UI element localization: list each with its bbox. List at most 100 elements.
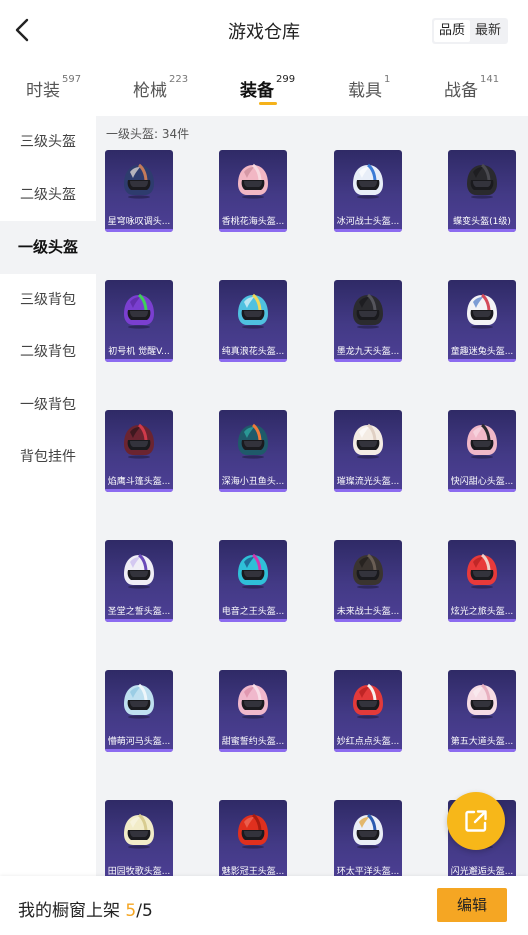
helmet-icon xyxy=(353,163,383,199)
sort-option-latest[interactable]: 最新 xyxy=(470,20,506,42)
shelf-total-count: /5 xyxy=(136,901,153,921)
helmet-item-name: 炫光之旅头盔... xyxy=(450,607,514,617)
sidebar-item-backpack-charm[interactable]: 背包挂件 xyxy=(0,431,96,484)
tab-count: 223 xyxy=(169,74,189,85)
tab-label: 载具 xyxy=(348,81,382,101)
helmet-item-name: 魅影冠王头盔... xyxy=(221,867,285,876)
sidebar-item-level1-backpack[interactable]: 一级背包 xyxy=(0,379,96,432)
helmet-item-name: 圣堂之誓头盔... xyxy=(107,607,171,617)
helmet-item-name: 甜蜜誓约头盔... xyxy=(221,737,285,747)
tab-label: 时装 xyxy=(26,81,60,101)
helmet-item-card[interactable]: 香桃花海头盔... xyxy=(219,150,287,232)
helmet-icon xyxy=(238,163,268,199)
helmet-icon xyxy=(353,683,383,719)
helmet-item-name: 第五大道头盔... xyxy=(450,737,514,747)
sort-toggle: 品质 最新 xyxy=(431,18,508,44)
sort-option-quality[interactable]: 品质 xyxy=(433,20,470,42)
helmet-item-card[interactable]: 蝶变头盔(1级) xyxy=(448,150,516,232)
helmet-icon xyxy=(238,813,268,849)
helmet-item-card[interactable]: 焰鹰斗篷头盔... xyxy=(105,410,173,492)
item-grid-area[interactable]: 一级头盔: 34件 星穹咏叹调头... 香桃花海头盔... 冰河战士头盔... 蝶变头… xyxy=(96,116,528,876)
tab-label: 枪械 xyxy=(133,81,167,101)
helmet-icon xyxy=(353,813,383,849)
helmet-item-card[interactable]: 甜蜜誓约头盔... xyxy=(219,670,287,752)
helmet-icon xyxy=(124,423,154,459)
helmet-item-name: 初号机 觉醒V... xyxy=(108,347,170,357)
helmet-item-name: 璀璨流光头盔... xyxy=(336,477,400,487)
helmet-icon xyxy=(238,293,268,329)
category-tabs: 时装597 枪械223 装备299 载具1 战备141 xyxy=(0,62,528,118)
helmet-icon xyxy=(467,293,497,329)
helmet-item-card[interactable]: 电音之王头盔... xyxy=(219,540,287,622)
helmet-item-name: 闪光邂逅头盔... xyxy=(450,867,514,876)
helmet-item-card[interactable]: 炫光之旅头盔... xyxy=(448,540,516,622)
helmet-item-card[interactable]: 魅影冠王头盔... xyxy=(219,800,287,876)
helmet-item-name: 田园牧歌头盔... xyxy=(107,867,171,876)
helmet-item-card[interactable]: 快闪甜心头盔... xyxy=(448,410,516,492)
helmet-item-name: 童趣迷兔头盔... xyxy=(450,347,514,357)
section-label: 一级头盔: 34件 xyxy=(106,127,190,141)
shelf-label: 我的橱窗上架 xyxy=(18,901,120,921)
helmet-item-card[interactable]: 深海小丑鱼头... xyxy=(219,410,287,492)
edit-button[interactable]: 编辑 xyxy=(437,888,507,922)
sidebar-item-level2-backpack[interactable]: 二级背包 xyxy=(0,326,96,379)
header-bar: 游戏仓库 品质 最新 xyxy=(0,0,528,62)
helmet-icon xyxy=(353,293,383,329)
tab-vehicles[interactable]: 载具1 xyxy=(348,74,391,101)
helmet-icon xyxy=(124,553,154,589)
tab-supplies[interactable]: 战备141 xyxy=(444,74,500,101)
helmet-item-card[interactable]: 冰河战士头盔... xyxy=(334,150,402,232)
tab-count: 141 xyxy=(480,74,500,85)
helmet-icon xyxy=(238,423,268,459)
helmet-item-card[interactable]: 纯真浪花头盔... xyxy=(219,280,287,362)
sidebar-item-level1-helmet[interactable]: 一级头盔 xyxy=(0,221,96,274)
tab-label: 装备 xyxy=(240,81,274,101)
helmet-item-name: 焰鹰斗篷头盔... xyxy=(107,477,171,487)
share-button[interactable] xyxy=(447,792,505,850)
sidebar-item-level3-backpack[interactable]: 三级背包 xyxy=(0,274,96,327)
helmet-item-name: 未来战士头盔... xyxy=(336,607,400,617)
helmet-icon xyxy=(238,553,268,589)
helmet-item-card[interactable]: 初号机 觉醒V... xyxy=(105,280,173,362)
helmet-icon xyxy=(467,163,497,199)
helmet-item-name: 快闪甜心头盔... xyxy=(450,477,514,487)
shelf-current-count: 5 xyxy=(125,901,137,921)
sidebar-item-level3-helmet[interactable]: 三级头盔 xyxy=(0,116,96,169)
helmet-icon xyxy=(124,163,154,199)
helmet-item-card[interactable]: 环太平洋头盔... xyxy=(334,800,402,876)
helmet-icon xyxy=(353,423,383,459)
helmet-item-name: 冰河战士头盔... xyxy=(336,217,400,227)
helmet-item-card[interactable]: 星穹咏叹调头... xyxy=(105,150,173,232)
helmet-item-name: 墨龙九天头盔... xyxy=(336,347,400,357)
helmet-item-name: 妙红点点头盔... xyxy=(336,737,400,747)
helmet-item-card[interactable]: 童趣迷兔头盔... xyxy=(448,280,516,362)
tab-equipment[interactable]: 装备299 xyxy=(240,74,296,101)
sidebar-item-level2-helmet[interactable]: 二级头盔 xyxy=(0,169,96,222)
helmet-item-card[interactable]: 璀璨流光头盔... xyxy=(334,410,402,492)
helmet-item-card[interactable]: 未来战士头盔... xyxy=(334,540,402,622)
tab-label: 战备 xyxy=(444,81,478,101)
helmet-item-card[interactable]: 妙红点点头盔... xyxy=(334,670,402,752)
helmet-item-name: 蝶变头盔(1级) xyxy=(453,217,511,227)
helmet-item-card[interactable]: 田园牧歌头盔... xyxy=(105,800,173,876)
helmet-item-name: 懵萌河马头盔... xyxy=(107,737,171,747)
helmet-item-card[interactable]: 第五大道头盔... xyxy=(448,670,516,752)
tab-fashion[interactable]: 时装597 xyxy=(26,74,81,101)
helmet-item-name: 电音之王头盔... xyxy=(221,607,285,617)
tab-count: 299 xyxy=(276,74,296,85)
tab-firearms[interactable]: 枪械223 xyxy=(133,74,189,101)
helmet-item-name: 纯真浪花头盔... xyxy=(221,347,285,357)
helmet-item-name: 香桃花海头盔... xyxy=(221,217,285,227)
helmet-item-card[interactable]: 墨龙九天头盔... xyxy=(334,280,402,362)
active-tab-indicator xyxy=(259,102,277,105)
shelf-status: 我的橱窗上架 5/5 xyxy=(18,896,153,921)
share-external-icon xyxy=(465,810,487,832)
tab-count: 1 xyxy=(384,74,391,85)
helmet-item-card[interactable]: 圣堂之誓头盔... xyxy=(105,540,173,622)
helmet-item-card[interactable]: 懵萌河马头盔... xyxy=(105,670,173,752)
bottom-bar: 我的橱窗上架 5/5 编辑 xyxy=(0,876,528,935)
helmet-icon xyxy=(238,683,268,719)
helmet-icon xyxy=(124,813,154,849)
sidebar: 三级头盔 二级头盔 一级头盔 三级背包 二级背包 一级背包 背包挂件 xyxy=(0,116,96,876)
helmet-icon xyxy=(467,423,497,459)
